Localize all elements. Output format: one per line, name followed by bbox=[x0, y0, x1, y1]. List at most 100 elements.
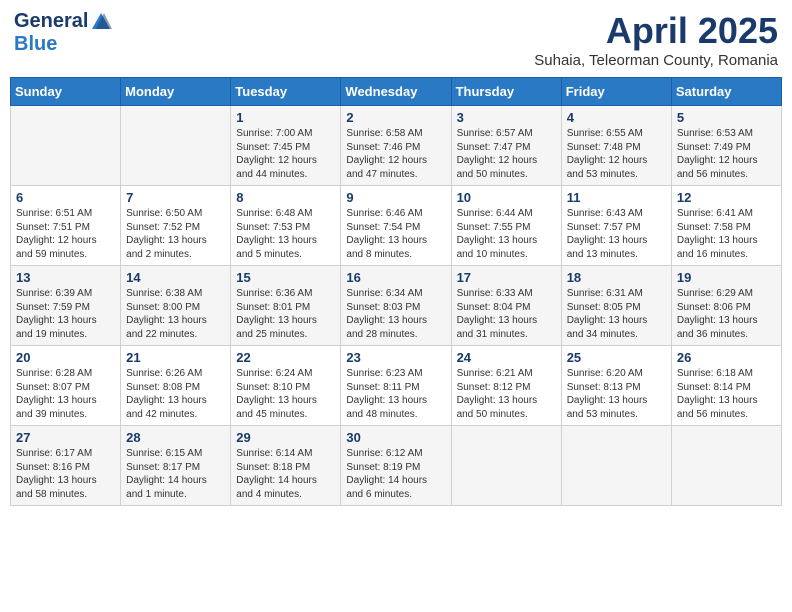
weekday-header-row: SundayMondayTuesdayWednesdayThursdayFrid… bbox=[11, 78, 782, 106]
calendar-cell: 10Sunrise: 6:44 AM Sunset: 7:55 PM Dayli… bbox=[451, 186, 561, 266]
day-number: 2 bbox=[346, 110, 445, 125]
calendar-cell: 4 Sunrise: 6:55 AM Sunset: 7:48 PM Daylig… bbox=[561, 106, 671, 186]
day-content: Sunrise: 6:36 AM Sunset: 8:01 PM Dayligh… bbox=[236, 287, 335, 341]
day-number: 13 bbox=[16, 270, 115, 285]
calendar-cell bbox=[671, 426, 781, 506]
day-content: Sunrise: 6:26 AM Sunset: 8:08 PM Dayligh… bbox=[126, 367, 225, 421]
calendar-cell: 8 Sunrise: 6:48 AM Sunset: 7:53 PM Daylig… bbox=[231, 186, 341, 266]
day-number: 21 bbox=[126, 350, 225, 365]
day-content: Sunrise: 6:33 AM Sunset: 8:04 PM Dayligh… bbox=[457, 287, 556, 341]
calendar-cell: 2 Sunrise: 6:58 AM Sunset: 7:46 PM Daylig… bbox=[341, 106, 451, 186]
calendar-cell: 19Sunrise: 6:29 AM Sunset: 8:06 PM Dayli… bbox=[671, 266, 781, 346]
calendar-table: SundayMondayTuesdayWednesdayThursdayFrid… bbox=[10, 77, 782, 506]
day-content: Sunrise: 6:18 AM Sunset: 8:14 PM Dayligh… bbox=[677, 367, 776, 421]
day-number: 11 bbox=[567, 190, 666, 205]
calendar-cell: 24Sunrise: 6:21 AM Sunset: 8:12 PM Dayli… bbox=[451, 346, 561, 426]
day-content: Sunrise: 6:50 AM Sunset: 7:52 PM Dayligh… bbox=[126, 207, 225, 261]
day-number: 4 bbox=[567, 110, 666, 125]
calendar-cell bbox=[11, 106, 121, 186]
day-content: Sunrise: 6:23 AM Sunset: 8:11 PM Dayligh… bbox=[346, 367, 445, 421]
title-section: April 2025 Suhaia, Teleorman County, Rom… bbox=[534, 10, 778, 69]
calendar-cell: 7 Sunrise: 6:50 AM Sunset: 7:52 PM Daylig… bbox=[121, 186, 231, 266]
calendar-cell: 11 Sunrise: 6:43 AM Sunset: 7:57 PM Dayli… bbox=[561, 186, 671, 266]
calendar-cell bbox=[451, 426, 561, 506]
day-content: Sunrise: 6:12 AM Sunset: 8:19 PM Dayligh… bbox=[346, 447, 445, 501]
weekday-header-thursday: Thursday bbox=[451, 78, 561, 106]
calendar-week-1: 1 Sunrise: 7:00 AM Sunset: 7:45 PM Daylig… bbox=[11, 106, 782, 186]
calendar-cell bbox=[561, 426, 671, 506]
calendar-week-4: 20Sunrise: 6:28 AM Sunset: 8:07 PM Dayli… bbox=[11, 346, 782, 426]
logo-blue: Blue bbox=[14, 33, 57, 56]
day-content: Sunrise: 6:34 AM Sunset: 8:03 PM Dayligh… bbox=[346, 287, 445, 341]
day-content: Sunrise: 6:43 AM Sunset: 7:57 PM Dayligh… bbox=[567, 207, 666, 261]
day-content: Sunrise: 6:15 AM Sunset: 8:17 PM Dayligh… bbox=[126, 447, 225, 501]
calendar-cell: 18Sunrise: 6:31 AM Sunset: 8:05 PM Dayli… bbox=[561, 266, 671, 346]
calendar-cell: 23 Sunrise: 6:23 AM Sunset: 8:11 PM Dayli… bbox=[341, 346, 451, 426]
day-number: 29 bbox=[236, 430, 335, 445]
calendar-cell: 28 Sunrise: 6:15 AM Sunset: 8:17 PM Dayli… bbox=[121, 426, 231, 506]
day-number: 14 bbox=[126, 270, 225, 285]
day-content: Sunrise: 6:58 AM Sunset: 7:46 PM Dayligh… bbox=[346, 127, 445, 181]
calendar-week-5: 27 Sunrise: 6:17 AM Sunset: 8:16 PM Dayli… bbox=[11, 426, 782, 506]
day-number: 1 bbox=[236, 110, 335, 125]
day-content: Sunrise: 6:53 AM Sunset: 7:49 PM Dayligh… bbox=[677, 127, 776, 181]
day-number: 28 bbox=[126, 430, 225, 445]
day-content: Sunrise: 6:46 AM Sunset: 7:54 PM Dayligh… bbox=[346, 207, 445, 261]
calendar-cell: 29Sunrise: 6:14 AM Sunset: 8:18 PM Dayli… bbox=[231, 426, 341, 506]
day-number: 6 bbox=[16, 190, 115, 205]
day-content: Sunrise: 6:44 AM Sunset: 7:55 PM Dayligh… bbox=[457, 207, 556, 261]
day-content: Sunrise: 6:24 AM Sunset: 8:10 PM Dayligh… bbox=[236, 367, 335, 421]
calendar-cell: 3 Sunrise: 6:57 AM Sunset: 7:47 PM Daylig… bbox=[451, 106, 561, 186]
day-content: Sunrise: 6:38 AM Sunset: 8:00 PM Dayligh… bbox=[126, 287, 225, 341]
calendar-cell: 5 Sunrise: 6:53 AM Sunset: 7:49 PM Daylig… bbox=[671, 106, 781, 186]
weekday-header-wednesday: Wednesday bbox=[341, 78, 451, 106]
day-number: 30 bbox=[346, 430, 445, 445]
day-number: 25 bbox=[567, 350, 666, 365]
calendar-week-3: 13Sunrise: 6:39 AM Sunset: 7:59 PM Dayli… bbox=[11, 266, 782, 346]
calendar-week-2: 6 Sunrise: 6:51 AM Sunset: 7:51 PM Daylig… bbox=[11, 186, 782, 266]
day-content: Sunrise: 6:17 AM Sunset: 8:16 PM Dayligh… bbox=[16, 447, 115, 501]
day-number: 3 bbox=[457, 110, 556, 125]
day-content: Sunrise: 6:57 AM Sunset: 7:47 PM Dayligh… bbox=[457, 127, 556, 181]
calendar-cell: 15Sunrise: 6:36 AM Sunset: 8:01 PM Dayli… bbox=[231, 266, 341, 346]
day-content: Sunrise: 6:51 AM Sunset: 7:51 PM Dayligh… bbox=[16, 207, 115, 261]
day-content: Sunrise: 6:20 AM Sunset: 8:13 PM Dayligh… bbox=[567, 367, 666, 421]
day-content: Sunrise: 6:48 AM Sunset: 7:53 PM Dayligh… bbox=[236, 207, 335, 261]
day-number: 23 bbox=[346, 350, 445, 365]
day-number: 16 bbox=[346, 270, 445, 285]
weekday-header-monday: Monday bbox=[121, 78, 231, 106]
location-subtitle: Suhaia, Teleorman County, Romania bbox=[534, 52, 778, 69]
page-header: General Blue April 2025 Suhaia, Teleorma… bbox=[10, 10, 782, 69]
calendar-cell: 26 Sunrise: 6:18 AM Sunset: 8:14 PM Dayli… bbox=[671, 346, 781, 426]
calendar-cell: 14 Sunrise: 6:38 AM Sunset: 8:00 PM Dayli… bbox=[121, 266, 231, 346]
day-number: 24 bbox=[457, 350, 556, 365]
calendar-cell: 6 Sunrise: 6:51 AM Sunset: 7:51 PM Daylig… bbox=[11, 186, 121, 266]
calendar-cell: 16 Sunrise: 6:34 AM Sunset: 8:03 PM Dayli… bbox=[341, 266, 451, 346]
day-number: 27 bbox=[16, 430, 115, 445]
day-number: 9 bbox=[346, 190, 445, 205]
day-content: Sunrise: 7:00 AM Sunset: 7:45 PM Dayligh… bbox=[236, 127, 335, 181]
day-content: Sunrise: 6:31 AM Sunset: 8:05 PM Dayligh… bbox=[567, 287, 666, 341]
calendar-cell: 9 Sunrise: 6:46 AM Sunset: 7:54 PM Daylig… bbox=[341, 186, 451, 266]
day-number: 7 bbox=[126, 190, 225, 205]
calendar-cell: 1 Sunrise: 7:00 AM Sunset: 7:45 PM Daylig… bbox=[231, 106, 341, 186]
calendar-cell bbox=[121, 106, 231, 186]
day-number: 8 bbox=[236, 190, 335, 205]
day-content: Sunrise: 6:41 AM Sunset: 7:58 PM Dayligh… bbox=[677, 207, 776, 261]
day-number: 17 bbox=[457, 270, 556, 285]
calendar-cell: 27 Sunrise: 6:17 AM Sunset: 8:16 PM Dayli… bbox=[11, 426, 121, 506]
calendar-cell: 30 Sunrise: 6:12 AM Sunset: 8:19 PM Dayli… bbox=[341, 426, 451, 506]
day-content: Sunrise: 6:28 AM Sunset: 8:07 PM Dayligh… bbox=[16, 367, 115, 421]
logo: General Blue bbox=[14, 10, 112, 56]
logo-icon bbox=[90, 11, 112, 33]
calendar-cell: 21 Sunrise: 6:26 AM Sunset: 8:08 PM Dayli… bbox=[121, 346, 231, 426]
calendar-cell: 22Sunrise: 6:24 AM Sunset: 8:10 PM Dayli… bbox=[231, 346, 341, 426]
logo-general: General bbox=[14, 10, 88, 33]
day-number: 12 bbox=[677, 190, 776, 205]
day-number: 26 bbox=[677, 350, 776, 365]
calendar-cell: 13Sunrise: 6:39 AM Sunset: 7:59 PM Dayli… bbox=[11, 266, 121, 346]
day-number: 19 bbox=[677, 270, 776, 285]
day-content: Sunrise: 6:55 AM Sunset: 7:48 PM Dayligh… bbox=[567, 127, 666, 181]
calendar-cell: 25 Sunrise: 6:20 AM Sunset: 8:13 PM Dayli… bbox=[561, 346, 671, 426]
day-number: 5 bbox=[677, 110, 776, 125]
